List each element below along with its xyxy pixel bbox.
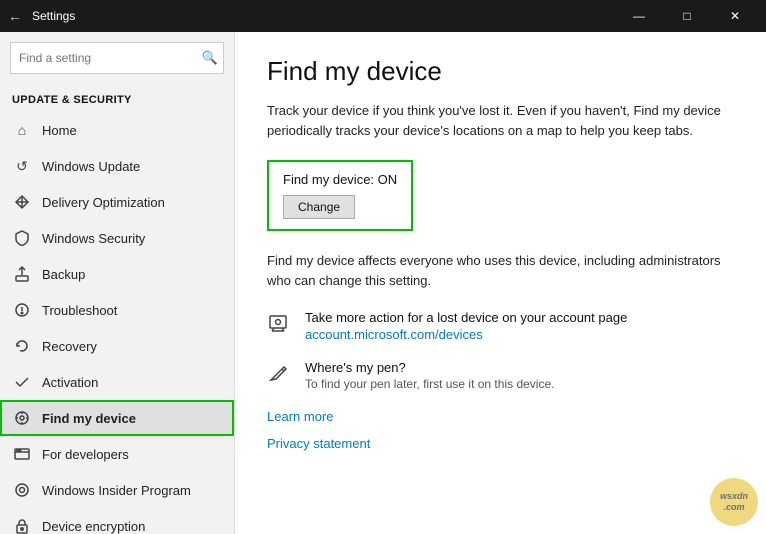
lost-device-content: Take more action for a lost device on yo… bbox=[305, 310, 627, 342]
sidebar-item-label: Windows Security bbox=[42, 231, 145, 246]
back-button[interactable]: ← bbox=[8, 8, 22, 24]
titlebar-title: Settings bbox=[32, 9, 75, 23]
sidebar-item-label: Activation bbox=[42, 375, 98, 390]
update-icon: ↺ bbox=[12, 156, 32, 176]
status-box: Find my device: ON Change bbox=[267, 160, 413, 231]
sidebar-item-delivery-optimization[interactable]: Delivery Optimization bbox=[0, 184, 234, 220]
search-icon[interactable]: 🔍 bbox=[202, 50, 218, 66]
find-device-icon bbox=[12, 408, 32, 428]
sidebar-item-windows-update[interactable]: ↺ Windows Update bbox=[0, 148, 234, 184]
troubleshoot-icon bbox=[12, 300, 32, 320]
page-description: Track your device if you think you've lo… bbox=[267, 101, 734, 140]
close-button[interactable]: ✕ bbox=[712, 0, 758, 32]
sidebar-item-label: Windows Update bbox=[42, 159, 140, 174]
sidebar-item-label: Troubleshoot bbox=[42, 303, 117, 318]
sidebar-item-windows-security[interactable]: Windows Security bbox=[0, 220, 234, 256]
sidebar-item-label: Device encryption bbox=[42, 519, 145, 534]
sidebar-item-label: Find my device bbox=[42, 411, 136, 426]
lost-device-text: Take more action for a lost device on yo… bbox=[305, 310, 627, 325]
insider-icon bbox=[12, 480, 32, 500]
sidebar-item-label: Backup bbox=[42, 267, 85, 282]
activation-icon bbox=[12, 372, 32, 392]
window-controls: — □ ✕ bbox=[616, 0, 758, 32]
pen-subtitle: To find your pen later, first use it on … bbox=[305, 377, 554, 391]
privacy-statement-link[interactable]: Privacy statement bbox=[267, 436, 734, 451]
sidebar-item-find-my-device[interactable]: Find my device bbox=[0, 400, 234, 436]
affects-text: Find my device affects everyone who uses… bbox=[267, 251, 734, 290]
sidebar-item-for-developers[interactable]: For developers bbox=[0, 436, 234, 472]
sidebar-item-label: Delivery Optimization bbox=[42, 195, 165, 210]
sidebar-item-label: For developers bbox=[42, 447, 129, 462]
search-box: 🔍 bbox=[10, 42, 224, 74]
sidebar-item-recovery[interactable]: Recovery bbox=[0, 328, 234, 364]
pen-title: Where's my pen? bbox=[305, 360, 554, 375]
sidebar-item-device-encryption[interactable]: Device encryption bbox=[0, 508, 234, 534]
page-title: Find my device bbox=[267, 56, 734, 87]
sidebar-item-backup[interactable]: Backup bbox=[0, 256, 234, 292]
pen-icon bbox=[267, 362, 295, 389]
encryption-icon bbox=[12, 516, 32, 534]
pen-section: Where's my pen? To find your pen later, … bbox=[267, 360, 734, 391]
home-icon: ⌂ bbox=[12, 120, 32, 140]
sidebar-item-windows-insider[interactable]: Windows Insider Program bbox=[0, 472, 234, 508]
learn-more-link[interactable]: Learn more bbox=[267, 409, 734, 424]
maximize-button[interactable]: □ bbox=[664, 0, 710, 32]
section-header: Update & Security bbox=[0, 82, 234, 112]
delivery-icon bbox=[12, 192, 32, 212]
status-label: Find my device: ON bbox=[283, 172, 397, 187]
minimize-button[interactable]: — bbox=[616, 0, 662, 32]
sidebar-item-activation[interactable]: Activation bbox=[0, 364, 234, 400]
main-container: 🔍 Update & Security ⌂ Home ↺ Windows Upd… bbox=[0, 32, 766, 534]
recovery-icon bbox=[12, 336, 32, 356]
lost-device-section: Take more action for a lost device on yo… bbox=[267, 310, 734, 342]
sidebar-item-home[interactable]: ⌂ Home bbox=[0, 112, 234, 148]
titlebar: ← Settings — □ ✕ bbox=[0, 0, 766, 32]
search-input[interactable] bbox=[10, 42, 224, 74]
sidebar-item-troubleshoot[interactable]: Troubleshoot bbox=[0, 292, 234, 328]
backup-icon bbox=[12, 264, 32, 284]
pen-content: Where's my pen? To find your pen later, … bbox=[305, 360, 554, 391]
content-area: Find my device Track your device if you … bbox=[235, 32, 766, 534]
sidebar: 🔍 Update & Security ⌂ Home ↺ Windows Upd… bbox=[0, 32, 235, 534]
sidebar-item-label: Recovery bbox=[42, 339, 97, 354]
account-link[interactable]: account.microsoft.com/devices bbox=[305, 327, 483, 342]
change-button[interactable]: Change bbox=[283, 195, 355, 219]
security-icon bbox=[12, 228, 32, 248]
developer-icon bbox=[12, 444, 32, 464]
sidebar-item-label: Windows Insider Program bbox=[42, 483, 191, 498]
sidebar-item-label: Home bbox=[42, 123, 77, 138]
lost-device-icon bbox=[267, 312, 295, 339]
